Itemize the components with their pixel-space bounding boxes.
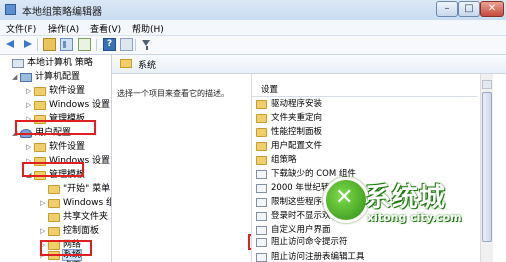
site-watermark: 系统城 xitong city.com (323, 163, 471, 233)
list-item[interactable]: 用户配置文件 (256, 140, 322, 153)
highlight-box-user-config (15, 120, 96, 135)
folder-icon (256, 156, 267, 165)
expander-icon[interactable]: ◢ (12, 71, 20, 84)
computer-icon (20, 73, 32, 82)
folder-icon (256, 100, 267, 109)
description-text: 选择一个项目来查看它的描述。 (117, 89, 229, 98)
tree-item-user-software-settings[interactable]: ▷ 软件设置 (26, 141, 85, 154)
policy-editor-icon (5, 4, 16, 15)
folder-icon (34, 143, 46, 152)
tree-item-software-settings[interactable]: ▷ 软件设置 (26, 85, 85, 98)
view-icon[interactable] (120, 38, 133, 51)
list-item[interactable]: 限制这些程序从 (256, 196, 331, 209)
watermark-logo-icon (323, 177, 369, 223)
toolbar-divider (37, 39, 38, 51)
expander-icon[interactable]: ▷ (40, 197, 48, 210)
folder-icon (48, 199, 60, 208)
tree-item-shared-folders[interactable]: 共享文件夹 (40, 211, 108, 224)
policy-setting-icon (256, 170, 267, 179)
folder-icon (256, 128, 267, 137)
help-icon[interactable]: ? (103, 38, 116, 51)
tree-item-local-policy[interactable]: 本地计算机 策略 (4, 57, 93, 70)
tree-item-computer-config[interactable]: ◢ 计算机配置 (12, 71, 80, 84)
list-item-prevent-cmd[interactable]: 阻止访问命令提示符 (256, 236, 348, 249)
toolbar-divider (96, 39, 97, 51)
filter-icon[interactable] (140, 38, 153, 51)
policy-setting-icon (256, 226, 267, 235)
toolbar-divider (135, 39, 136, 51)
list-item[interactable]: 阻止访问注册表编辑工具 (256, 251, 365, 262)
folder-icon (256, 142, 267, 151)
tree-item-windows-components[interactable]: ▷ Windows 组 (40, 197, 111, 210)
list-item[interactable]: 登录时不显示欢 (256, 210, 331, 223)
title-bar: 本地组策略编辑器 – □ ✕ (0, 0, 506, 21)
menu-view[interactable]: 查看(V) (90, 22, 121, 35)
folder-icon (48, 227, 60, 236)
console-tree: 本地计算机 策略 ◢ 计算机配置 ▷ 软件设置 ▷ Windows 设置 ▷ 管理模板 … (0, 55, 112, 262)
expander-icon[interactable]: ▷ (26, 85, 34, 98)
back-arrow-icon[interactable] (5, 38, 18, 51)
vertical-scrollbar[interactable] (480, 74, 493, 262)
folder-icon (120, 59, 132, 68)
close-button[interactable]: ✕ (480, 1, 504, 17)
list-item[interactable]: 组策略 (256, 154, 297, 167)
toolbar: ? (0, 36, 506, 55)
column-header-setting[interactable]: 设置 (252, 82, 477, 97)
folder-icon (48, 185, 60, 194)
folder-icon (256, 114, 267, 123)
tree-item-windows-settings[interactable]: ▷ Windows 设置 (26, 99, 110, 112)
highlight-box-system (40, 240, 92, 256)
forward-arrow-icon[interactable] (21, 38, 34, 51)
watermark-domain: xitong city.com (367, 211, 462, 224)
expander-icon[interactable]: ▷ (26, 141, 34, 154)
policy-setting-icon (256, 184, 267, 193)
details-header: 系统 (112, 55, 506, 74)
column-header-label: 设置 (261, 85, 279, 95)
menu-file[interactable]: 文件(F) (6, 22, 36, 35)
scroll-up-icon[interactable] (482, 80, 492, 89)
minimize-button[interactable]: – (436, 1, 458, 17)
scroll-thumb[interactable] (482, 92, 492, 242)
policy-icon (12, 59, 24, 68)
policy-setting-icon (256, 238, 267, 247)
watermark-text: 系统城 (365, 183, 447, 213)
folder-icon (34, 101, 46, 110)
details-title: 系统 (138, 61, 157, 71)
menu-bar: 文件(F) 操作(A) 查看(V) 帮助(H) (0, 20, 506, 36)
export-list-icon[interactable] (78, 38, 91, 51)
policy-setting-icon (256, 212, 267, 221)
menu-action[interactable]: 操作(A) (48, 22, 79, 35)
folder-icon (48, 213, 60, 222)
tree-item-control-panel[interactable]: ▷ 控制面板 (40, 225, 99, 238)
expander-icon[interactable]: ▷ (40, 225, 48, 238)
list-item[interactable]: 文件夹重定向 (256, 112, 322, 125)
list-item[interactable]: 性能控制面板 (256, 126, 322, 139)
show-hide-tree-icon[interactable] (60, 38, 73, 51)
up-folder-icon[interactable] (43, 38, 56, 51)
maximize-button[interactable]: □ (458, 1, 480, 17)
folder-icon (34, 87, 46, 96)
policy-setting-icon (256, 253, 267, 262)
highlight-box-admin-templates (22, 162, 84, 177)
menu-help[interactable]: 帮助(H) (132, 22, 164, 35)
policy-setting-icon (256, 198, 267, 207)
list-item[interactable]: 驱动程序安装 (256, 98, 322, 111)
tree-item-start-menu[interactable]: "开始" 菜单 (40, 183, 110, 196)
window-title: 本地组策略编辑器 (22, 7, 102, 18)
expander-icon[interactable]: ▷ (26, 99, 34, 112)
